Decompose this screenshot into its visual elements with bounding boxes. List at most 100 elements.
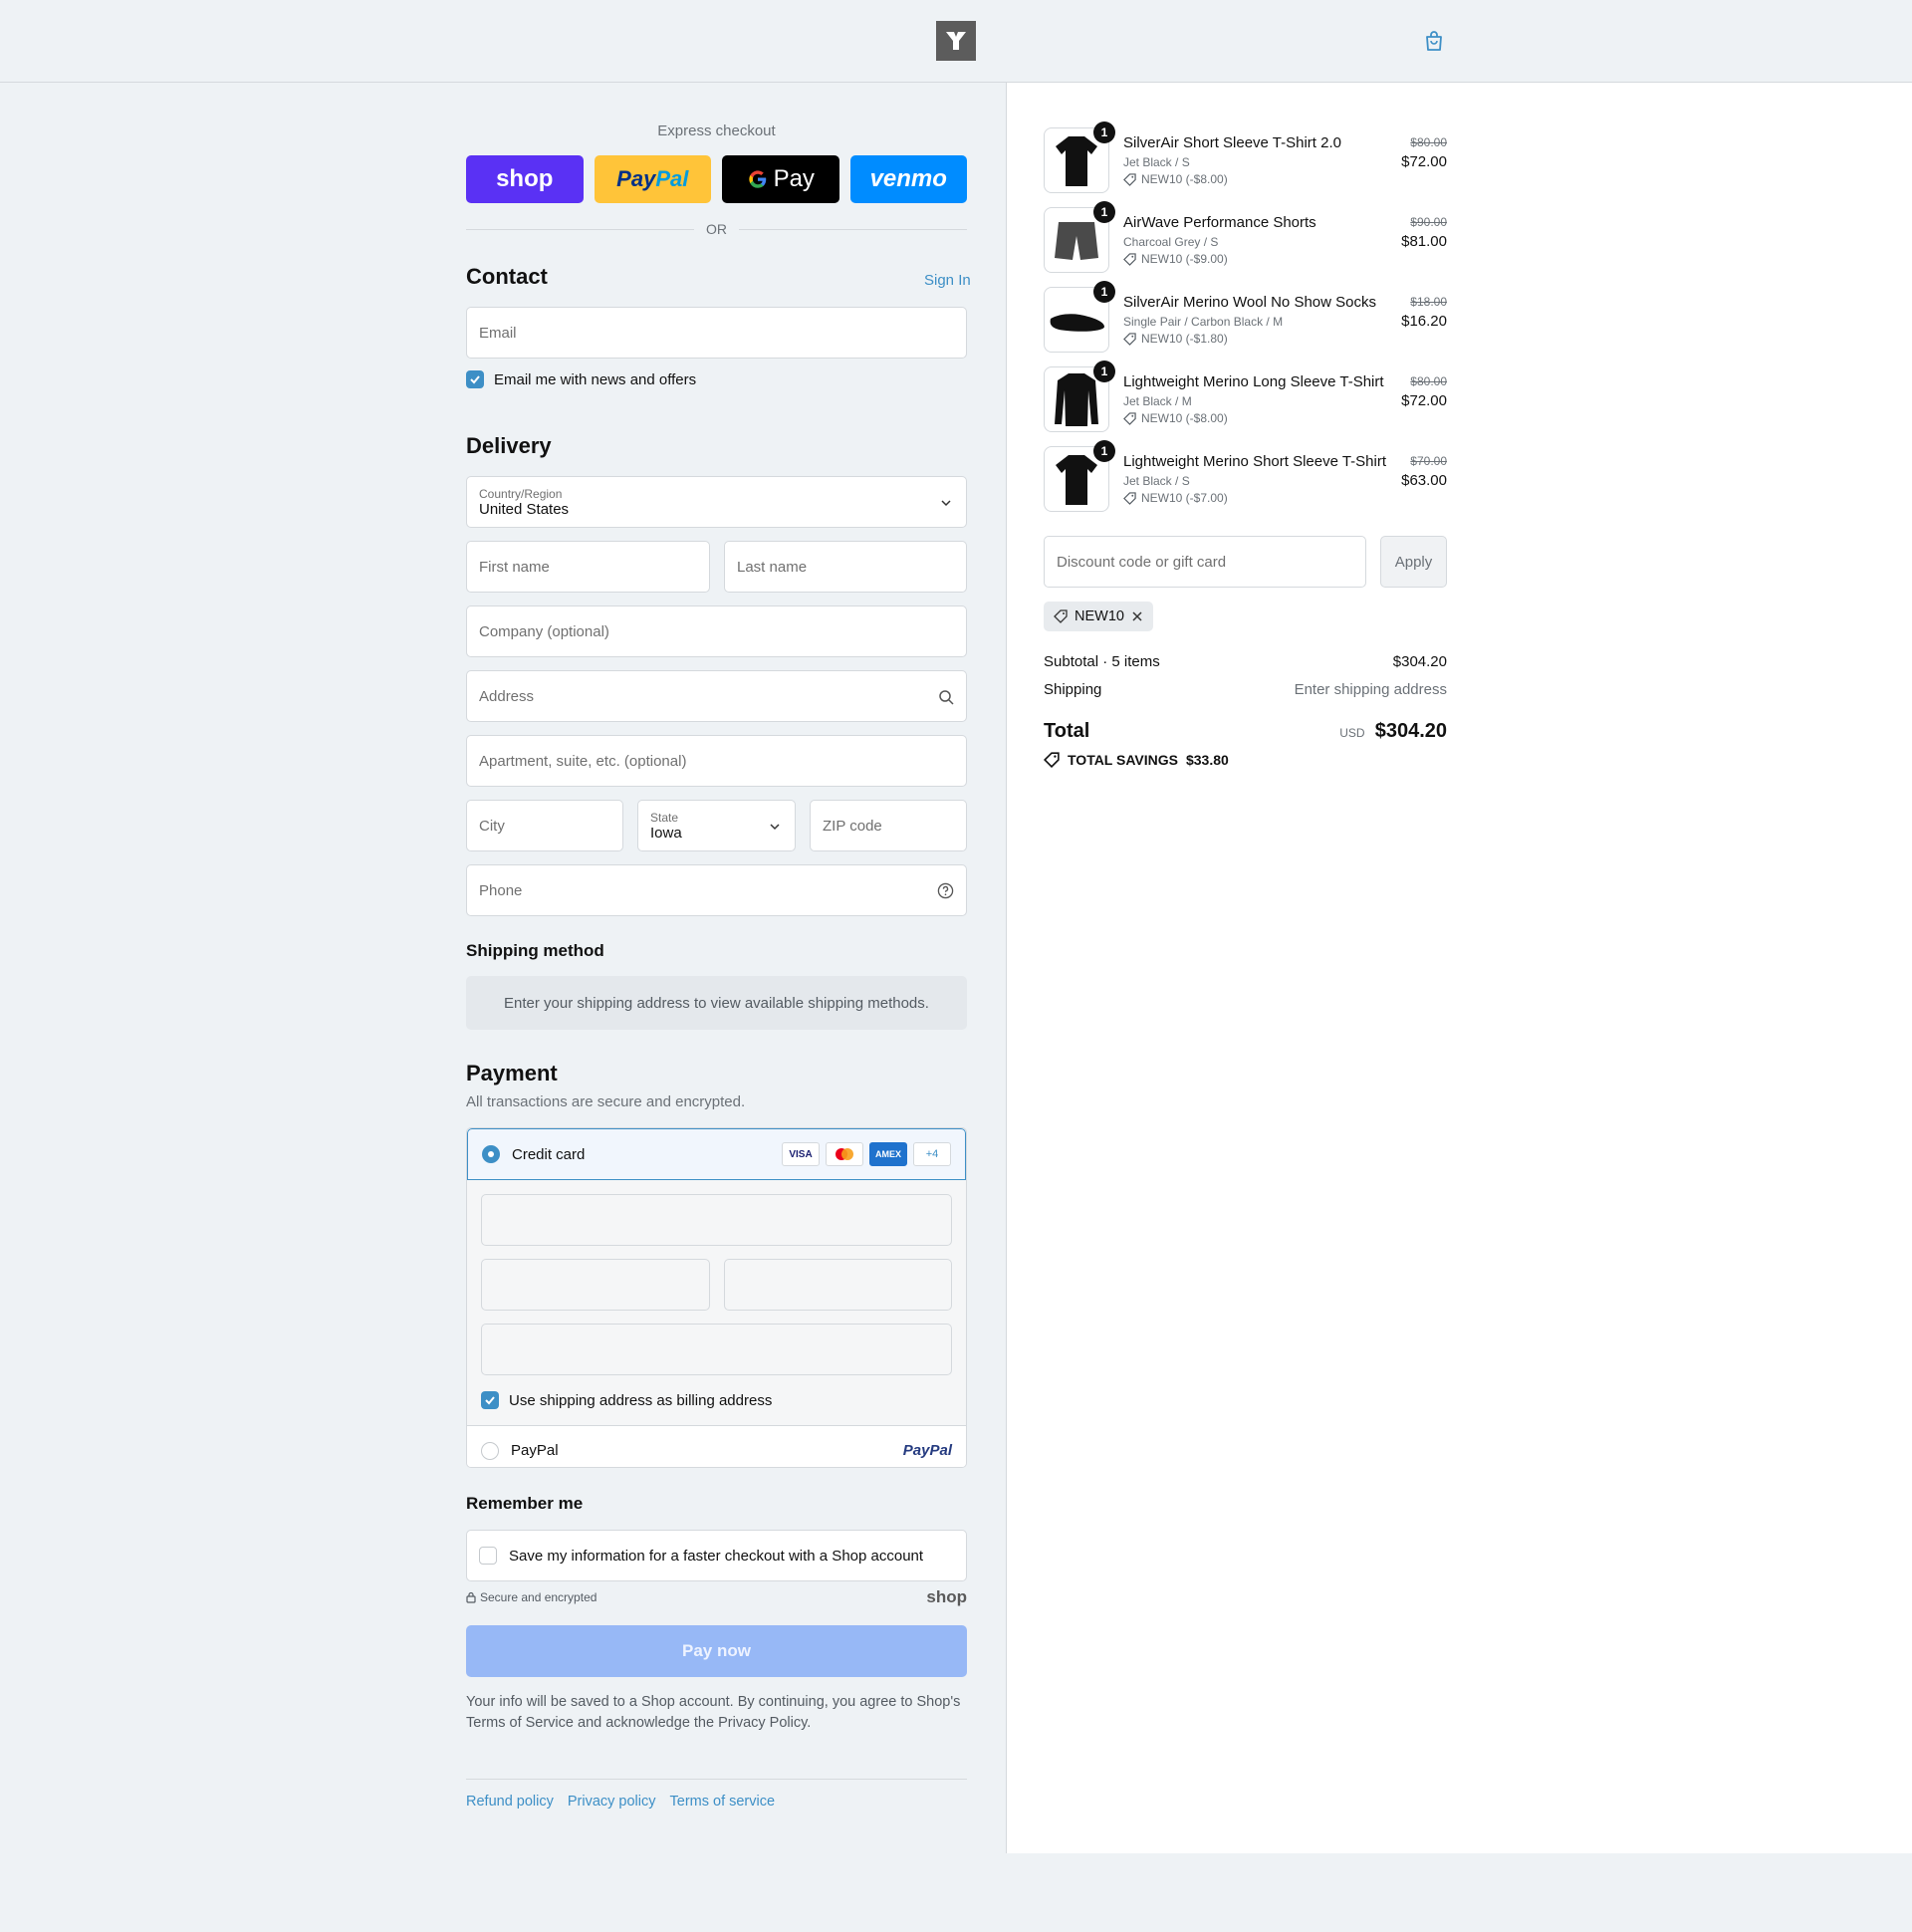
original-price: $70.00 xyxy=(1410,454,1447,468)
company-placeholder: Company (optional) xyxy=(479,622,609,640)
paypal-logo: PayPal xyxy=(902,1442,952,1459)
name-on-card-field[interactable] xyxy=(481,1324,952,1375)
secure-row: Secure and encrypted shop xyxy=(466,1587,967,1607)
product-name: Lightweight Merino Short Sleeve T-Shirt xyxy=(1123,453,1387,470)
google-pay-button[interactable]: Pay xyxy=(722,155,839,203)
zip-field[interactable]: ZIP code xyxy=(810,800,967,851)
discount-text: NEW10 (-$1.80) xyxy=(1141,332,1228,346)
help-circle-icon[interactable] xyxy=(937,882,954,899)
footer-links: Refund policy Privacy policy Terms of se… xyxy=(466,1794,967,1810)
original-price: $18.00 xyxy=(1410,295,1447,309)
tag-icon xyxy=(1123,252,1136,266)
address-field[interactable]: Address xyxy=(466,670,967,722)
delivery-heading: Delivery xyxy=(466,433,552,458)
tshirt-icon xyxy=(1056,136,1097,186)
paypal-option[interactable]: PayPal PayPal xyxy=(467,1425,966,1467)
payment-subtitle: All transactions are secure and encrypte… xyxy=(466,1093,746,1110)
search-icon xyxy=(939,690,954,705)
sign-in-link[interactable]: Sign In xyxy=(924,272,971,289)
tag-icon xyxy=(1123,411,1136,425)
privacy-policy-link[interactable]: Privacy policy xyxy=(568,1794,656,1810)
country-select[interactable]: Country/Region United States xyxy=(466,476,967,528)
apartment-field[interactable]: Apartment, suite, etc. (optional) xyxy=(466,735,967,787)
product-name: Lightweight Merino Long Sleeve T-Shirt xyxy=(1123,373,1384,390)
sale-price: $63.00 xyxy=(1401,472,1447,489)
refund-policy-link[interactable]: Refund policy xyxy=(466,1794,554,1810)
credit-card-radio[interactable] xyxy=(482,1145,500,1163)
subtotal-label: Subtotal · 5 items xyxy=(1044,653,1160,670)
more-cards-badge: +4 xyxy=(913,1142,951,1166)
store-logo[interactable] xyxy=(936,21,976,61)
shipping-row: Shipping Enter shipping address xyxy=(1044,681,1447,698)
first-name-placeholder: First name xyxy=(479,558,550,576)
last-name-placeholder: Last name xyxy=(737,558,808,576)
long-sleeve-icon xyxy=(1055,373,1098,426)
card-number-field[interactable] xyxy=(481,1194,952,1246)
total-label: Total xyxy=(1044,720,1090,742)
tag-icon xyxy=(1123,491,1136,505)
checkmark-icon xyxy=(470,375,480,384)
shop-terms-link[interactable]: Terms of Service xyxy=(466,1715,574,1731)
country-label: Country/Region xyxy=(479,486,563,501)
phone-field[interactable]: Phone xyxy=(466,864,967,916)
discount-text: NEW10 (-$8.00) xyxy=(1141,172,1228,186)
shop-pay-label: shop xyxy=(496,165,554,192)
line-item: 1 Lightweight Merino Short Sleeve T-Shir… xyxy=(1044,440,1447,516)
close-icon[interactable] xyxy=(1131,610,1143,622)
product-variant: Charcoal Grey / S xyxy=(1123,235,1219,249)
shop-pay-button[interactable]: shop xyxy=(466,155,584,203)
product-discount: NEW10 (-$1.80) xyxy=(1123,332,1228,346)
company-field[interactable]: Company (optional) xyxy=(466,605,967,657)
mastercard-icon xyxy=(836,1148,853,1160)
express-checkout-title: Express checkout xyxy=(657,122,776,139)
line-item: 1 Lightweight Merino Long Sleeve T-Shirt… xyxy=(1044,361,1447,436)
amex-logo: AMEX xyxy=(869,1142,907,1166)
shipping-method-heading: Shipping method xyxy=(466,941,604,960)
newsletter-label: Email me with news and offers xyxy=(494,370,697,388)
or-label: OR xyxy=(706,221,727,237)
newsletter-checkbox[interactable] xyxy=(466,370,484,388)
email-placeholder: Email xyxy=(479,324,517,342)
logo-mark-icon xyxy=(946,32,966,50)
product-variant: Jet Black / M xyxy=(1123,394,1192,408)
credit-card-option[interactable]: Credit card VISA AMEX +4 xyxy=(467,1128,966,1180)
tshirt-icon xyxy=(1056,455,1097,505)
billing-address-checkbox[interactable] xyxy=(481,1391,499,1409)
divider-line xyxy=(739,228,967,230)
city-field[interactable]: City xyxy=(466,800,623,851)
shipping-method-notice: Enter your shipping address to view avai… xyxy=(466,976,967,1030)
paypal-button[interactable]: Pay Pal xyxy=(594,155,711,203)
terms-of-service-link[interactable]: Terms of service xyxy=(670,1794,776,1810)
sale-price: $16.20 xyxy=(1401,313,1447,330)
phone-placeholder: Phone xyxy=(479,881,523,899)
paypal-radio[interactable] xyxy=(481,1441,499,1460)
shop-privacy-link[interactable]: Privacy Policy xyxy=(718,1715,807,1731)
tag-icon xyxy=(1123,172,1136,186)
product-discount: NEW10 (-$8.00) xyxy=(1123,411,1228,425)
shopping-bag-icon[interactable] xyxy=(1422,29,1446,53)
email-field[interactable]: Email xyxy=(466,307,967,359)
pay-now-button[interactable]: Pay now xyxy=(466,1625,967,1677)
state-select[interactable]: State Iowa xyxy=(637,800,796,851)
venmo-button[interactable]: venmo xyxy=(849,155,967,203)
save-info-checkbox[interactable] xyxy=(479,1547,497,1565)
legal-text-mid: and acknowledge the xyxy=(578,1715,715,1731)
security-code-field[interactable] xyxy=(723,1259,952,1311)
savings-value: $33.80 xyxy=(1185,752,1229,768)
country-value: United States xyxy=(479,500,570,518)
zip-placeholder: ZIP code xyxy=(823,817,882,835)
payment-heading: Payment xyxy=(466,1061,558,1086)
first-name-field[interactable]: First name xyxy=(466,541,710,593)
last-name-field[interactable]: Last name xyxy=(724,541,967,593)
total-row: Total USD $304.20 xyxy=(1044,720,1447,743)
discount-code-field[interactable]: Discount code or gift card xyxy=(1044,536,1366,588)
total-savings: TOTAL SAVINGS $33.80 xyxy=(1044,752,1229,768)
expiration-field[interactable] xyxy=(481,1259,710,1311)
save-info-row[interactable]: Save my information for a faster checkou… xyxy=(466,1530,967,1581)
shorts-icon xyxy=(1055,222,1098,260)
savings-label: TOTAL SAVINGS xyxy=(1068,752,1178,768)
product-discount: NEW10 (-$7.00) xyxy=(1123,491,1228,505)
quantity-badge: 1 xyxy=(1093,121,1115,143)
apply-label: Apply xyxy=(1394,553,1433,571)
apply-button[interactable]: Apply xyxy=(1380,536,1447,588)
